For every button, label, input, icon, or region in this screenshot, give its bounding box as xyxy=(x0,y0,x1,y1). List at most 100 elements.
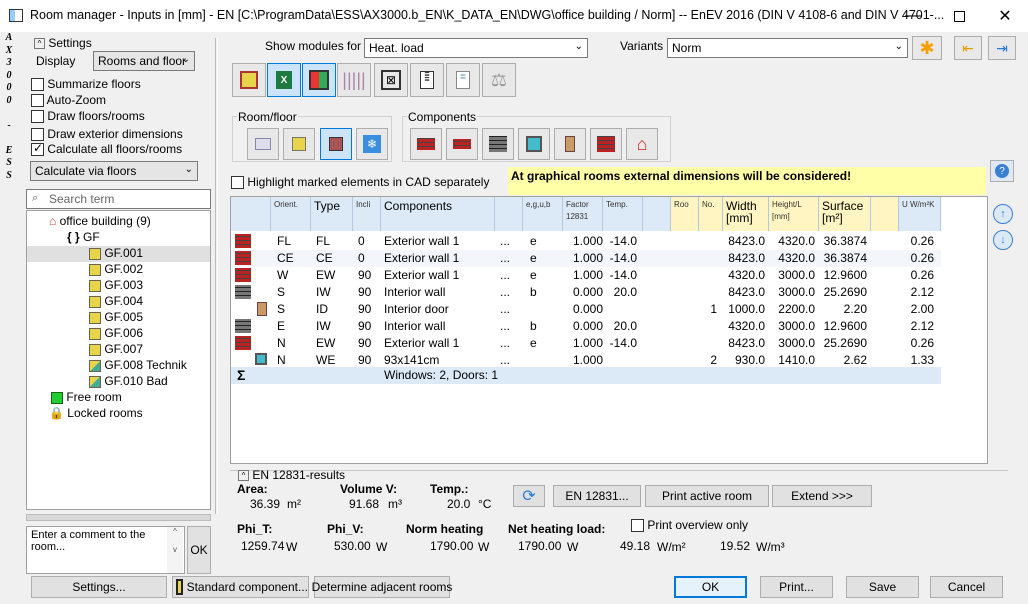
tree-room-gf004[interactable]: GF.004 xyxy=(89,294,143,308)
cell-width[interactable]: 1000.0 xyxy=(725,302,765,316)
checkbox[interactable] xyxy=(31,110,44,124)
tree-room-gf008[interactable]: GF.008 Technik xyxy=(89,358,187,372)
settings-header[interactable]: ^ Settings xyxy=(34,36,92,50)
minimize-button[interactable]: — xyxy=(890,0,936,32)
cell-width[interactable]: 8423.0 xyxy=(725,234,765,248)
splitter-bar[interactable] xyxy=(26,514,211,521)
print-overview-check[interactable]: Print overview only xyxy=(631,518,748,533)
export-button[interactable]: ⇥ xyxy=(988,36,1016,60)
cell-type[interactable]: ID xyxy=(316,302,328,316)
cell-egub[interactable]: e xyxy=(530,336,537,350)
cell-surface[interactable]: 12.9600 xyxy=(821,268,867,282)
rf-floor-button[interactable] xyxy=(320,128,352,160)
cell-surface[interactable]: 25.2690 xyxy=(821,336,867,350)
save-button[interactable]: Save xyxy=(846,576,919,598)
cell-height[interactable]: 3000.0 xyxy=(771,268,815,282)
search-input[interactable]: ⌕ Search term xyxy=(26,189,211,209)
cell-u[interactable]: 0.26 xyxy=(901,251,934,265)
comment-scrollbar[interactable]: ^ v xyxy=(167,527,183,573)
cell-comp[interactable]: 93x141cm xyxy=(384,353,439,367)
cell-dots[interactable]: ... xyxy=(500,302,510,316)
rf-table-button[interactable] xyxy=(247,128,279,160)
table-row[interactable]: S ID 90 Interior door... 0.000 1 1000.0 2200.0 2… xyxy=(231,301,941,318)
cell-surface[interactable]: 2.62 xyxy=(821,353,867,367)
table-row[interactable]: S IW 90 Interior wall... b 0.000 20.0 8423.0 300… xyxy=(231,284,941,301)
cell-width[interactable]: 930.0 xyxy=(725,353,765,367)
cell-surface[interactable]: 36.3874 xyxy=(821,251,867,265)
cell-factor[interactable]: 1.000 xyxy=(569,353,603,367)
cell-temp[interactable]: -14.0 xyxy=(609,251,637,265)
cancel-button[interactable]: Cancel xyxy=(930,576,1003,598)
comp-roof-button[interactable] xyxy=(446,128,478,160)
print-button[interactable]: Print... xyxy=(760,576,833,598)
checkbox[interactable] xyxy=(31,78,44,92)
table-row[interactable]: W EW 90 Exterior wall 1... e 1.000 -14.0 4320.0… xyxy=(231,267,941,284)
cell-incl[interactable]: 90 xyxy=(358,302,371,316)
cell-incl[interactable]: 90 xyxy=(358,285,371,299)
close-button[interactable]: ✕ xyxy=(982,0,1028,32)
cell-incl[interactable]: 90 xyxy=(358,268,371,282)
table-row[interactable]: E IW 90 Interior wall... b 0.000 20.0 4320.0 300… xyxy=(231,318,941,335)
cell-orient[interactable]: N xyxy=(277,353,286,367)
comp-exterior-wall-button[interactable] xyxy=(410,128,442,160)
comp-door-button[interactable] xyxy=(554,128,586,160)
cell-type[interactable]: WE xyxy=(316,353,335,367)
cell-temp[interactable]: -14.0 xyxy=(609,234,637,248)
cell-width[interactable]: 4320.0 xyxy=(725,319,765,333)
checkbox[interactable] xyxy=(31,128,44,142)
module-heat-button[interactable] xyxy=(302,63,336,97)
check-draw-floors[interactable]: Draw floors/rooms xyxy=(31,109,145,124)
cell-surface[interactable]: 2.20 xyxy=(821,302,867,316)
cell-type[interactable]: IW xyxy=(316,285,331,299)
cell-no[interactable]: 1 xyxy=(701,302,717,316)
room-tree[interactable]: ⌂ office building (9) { } GF GF.001 GF.0… xyxy=(26,210,211,510)
import-button[interactable]: ⇤ xyxy=(954,36,982,60)
cell-u[interactable]: 2.00 xyxy=(901,302,934,316)
cell-dots[interactable]: ... xyxy=(500,251,510,265)
cell-width[interactable]: 4320.0 xyxy=(725,268,765,282)
cell-incl[interactable]: 0 xyxy=(358,234,365,248)
cell-dots[interactable]: ... xyxy=(500,268,510,282)
cell-orient[interactable]: S xyxy=(277,285,285,299)
cell-height[interactable]: 3000.0 xyxy=(771,319,815,333)
cell-orient[interactable]: CE xyxy=(277,251,294,265)
cell-incl[interactable]: 90 xyxy=(358,319,371,333)
module-report-button[interactable]: ≡ ≡ xyxy=(410,63,444,97)
checkbox[interactable] xyxy=(231,176,244,190)
cell-factor[interactable]: 1.000 xyxy=(569,234,603,248)
cell-type[interactable]: IW xyxy=(316,319,331,333)
checkbox[interactable] xyxy=(631,519,644,533)
cell-width[interactable]: 8423.0 xyxy=(725,336,765,350)
tree-room-gf007[interactable]: GF.007 xyxy=(89,342,143,356)
cell-width[interactable]: 8423.0 xyxy=(725,251,765,265)
standard-component-button[interactable]: Standard component... xyxy=(172,576,309,598)
tree-free-room[interactable]: Free room xyxy=(51,390,122,404)
cell-egub[interactable]: e xyxy=(530,234,537,248)
settings-button[interactable]: Settings... xyxy=(31,576,167,598)
components-table[interactable]: Orient. Type Incli Components e,g,u,b Fa… xyxy=(230,196,988,464)
cell-dots[interactable]: ... xyxy=(500,319,510,333)
module-room-button[interactable] xyxy=(232,63,266,97)
cell-egub[interactable]: e xyxy=(530,268,537,282)
cell-dots[interactable]: ... xyxy=(500,353,510,367)
maximize-button[interactable] xyxy=(936,0,982,32)
cell-surface[interactable]: 36.3874 xyxy=(821,234,867,248)
cell-factor[interactable]: 1.000 xyxy=(569,251,603,265)
cell-type[interactable]: EW xyxy=(316,336,335,350)
tree-room-gf005[interactable]: GF.005 xyxy=(89,310,143,324)
cell-dots[interactable]: ... xyxy=(500,336,510,350)
cell-comp[interactable]: Exterior wall 1 xyxy=(384,234,459,248)
refresh-button[interactable]: ⟳ xyxy=(513,485,545,507)
comp-interior-wall-button[interactable] xyxy=(482,128,514,160)
cell-surface[interactable]: 25.2690 xyxy=(821,285,867,299)
cell-egub[interactable]: b xyxy=(530,285,537,299)
cell-egub[interactable]: e xyxy=(530,251,537,265)
cell-temp[interactable]: -14.0 xyxy=(609,268,637,282)
tree-floor[interactable]: { } GF xyxy=(67,230,100,244)
cell-incl[interactable]: 90 xyxy=(358,353,371,367)
cell-height[interactable]: 3000.0 xyxy=(771,285,815,299)
module-radiator-button[interactable]: ||||| xyxy=(337,63,371,97)
checkbox[interactable] xyxy=(31,94,44,108)
check-calc-all[interactable]: Calculate all floors/rooms xyxy=(31,141,182,157)
cell-factor[interactable]: 1.000 xyxy=(569,336,603,350)
